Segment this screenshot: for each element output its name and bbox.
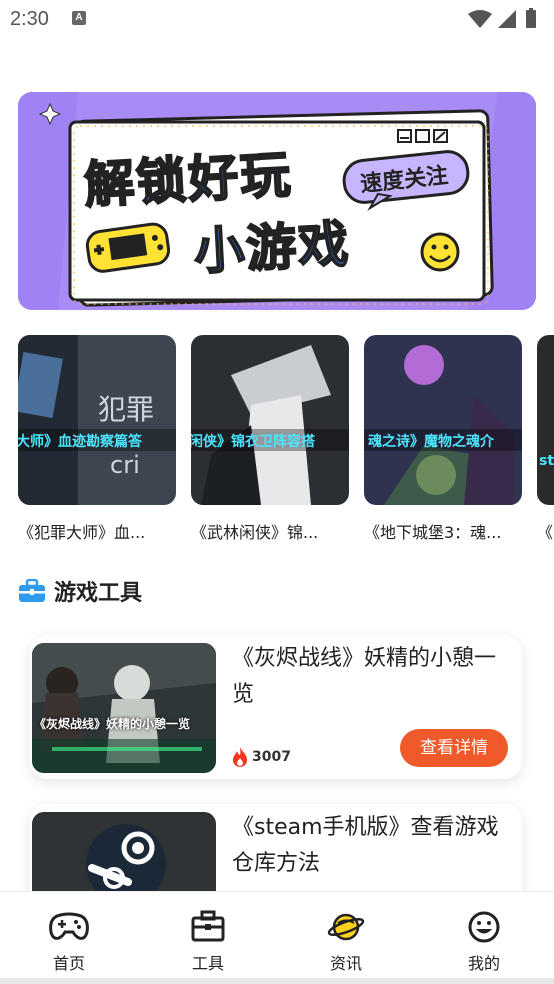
tab-tools[interactable]: 工具 xyxy=(173,910,243,974)
status-bar: 2:30 A xyxy=(0,0,554,40)
game-thumbnail: 魂之诗》魔物之魂介 xyxy=(364,335,522,505)
tool-title: 《steam手机版》查看游戏仓库方法 xyxy=(232,815,499,876)
svg-text:cri: cri xyxy=(110,451,140,479)
tool-title: 《灰烬战线》妖精的小憩一览 xyxy=(232,646,497,707)
game-card[interactable]: 魂之诗》魔物之魂介 《地下城堡3：魂... xyxy=(364,335,522,543)
view-details-button[interactable]: 查看详情 xyxy=(400,729,508,767)
section-title: 游戏工具 xyxy=(54,581,143,606)
tab-label: 首页 xyxy=(52,954,85,973)
game-card[interactable]: 闲侠》锦衣卫阵容搭 《武林闲侠》锦... xyxy=(191,335,349,543)
tool-thumbnail xyxy=(32,812,216,891)
signal-battery-icons xyxy=(468,8,536,28)
tool-card[interactable]: 《灰烬战线》妖精的小憩一览 《灰烬战线》妖精的小憩一览 3007 查看详情 xyxy=(30,635,522,779)
promo-banner[interactable]: 解锁好玩 小游戏 速度关注 xyxy=(18,92,536,310)
home-indicator xyxy=(0,978,554,984)
game-title: 《 xyxy=(537,523,554,542)
planet-icon xyxy=(327,913,365,941)
flame-icon xyxy=(233,747,247,767)
tab-label: 我的 xyxy=(467,954,500,973)
bottom-tab-bar: 首页 工具 资讯 我的 xyxy=(0,891,554,984)
hot-count: 3007 xyxy=(232,747,291,767)
game-thumbnail-caption: 大师》血迹勘察篇答 xyxy=(18,434,142,450)
tool-card[interactable]: 《steam手机版》查看游戏仓库方法 xyxy=(30,804,522,891)
svg-text:犯罪: 犯罪 xyxy=(98,393,154,426)
game-thumbnail-caption: 魂之诗》魔物之魂介 xyxy=(368,434,494,450)
tab-home[interactable]: 首页 xyxy=(34,910,104,974)
notification-icon: A xyxy=(72,11,86,25)
gamepad-icon xyxy=(49,912,89,940)
status-time: 2:30 xyxy=(10,8,49,30)
banner-headline-1: 解锁好玩 xyxy=(82,145,295,216)
smiley-icon xyxy=(468,911,500,943)
games-carousel[interactable]: 犯罪 cri 大师》血迹勘察篇答 《犯罪大师》血... 闲侠》锦衣卫阵容搭 《武… xyxy=(18,335,554,550)
game-thumbnail-caption: st xyxy=(539,453,554,469)
toolbox-icon xyxy=(191,910,225,942)
tab-label: 工具 xyxy=(191,954,224,973)
section-header: 游戏工具 xyxy=(18,576,142,606)
banner-headline-2: 小游戏 xyxy=(192,214,353,282)
toolbox-icon xyxy=(19,579,45,602)
tool-thumbnail-caption: 《灰烬战线》妖精的小憩一览 xyxy=(34,717,191,731)
game-title: 《犯罪大师》血... xyxy=(18,523,146,542)
game-thumbnail: 犯罪 cri 大师》血迹勘察篇答 xyxy=(18,335,176,505)
tool-thumbnail: 《灰烬战线》妖精的小憩一览 xyxy=(32,643,216,773)
tab-profile[interactable]: 我的 xyxy=(449,910,519,974)
hot-count-value: 3007 xyxy=(252,749,291,765)
game-thumbnail: 闲侠》锦衣卫阵容搭 xyxy=(191,335,349,505)
game-thumbnail: st xyxy=(537,335,554,505)
tab-label: 资讯 xyxy=(329,954,362,973)
game-title: 《武林闲侠》锦... xyxy=(191,523,319,542)
game-card[interactable]: st 《 xyxy=(537,335,554,543)
game-card[interactable]: 犯罪 cri 大师》血迹勘察篇答 《犯罪大师》血... xyxy=(18,335,176,543)
tab-news[interactable]: 资讯 xyxy=(311,910,381,974)
game-thumbnail-caption: 闲侠》锦衣卫阵容搭 xyxy=(191,434,315,450)
game-title: 《地下城堡3：魂... xyxy=(364,523,502,542)
